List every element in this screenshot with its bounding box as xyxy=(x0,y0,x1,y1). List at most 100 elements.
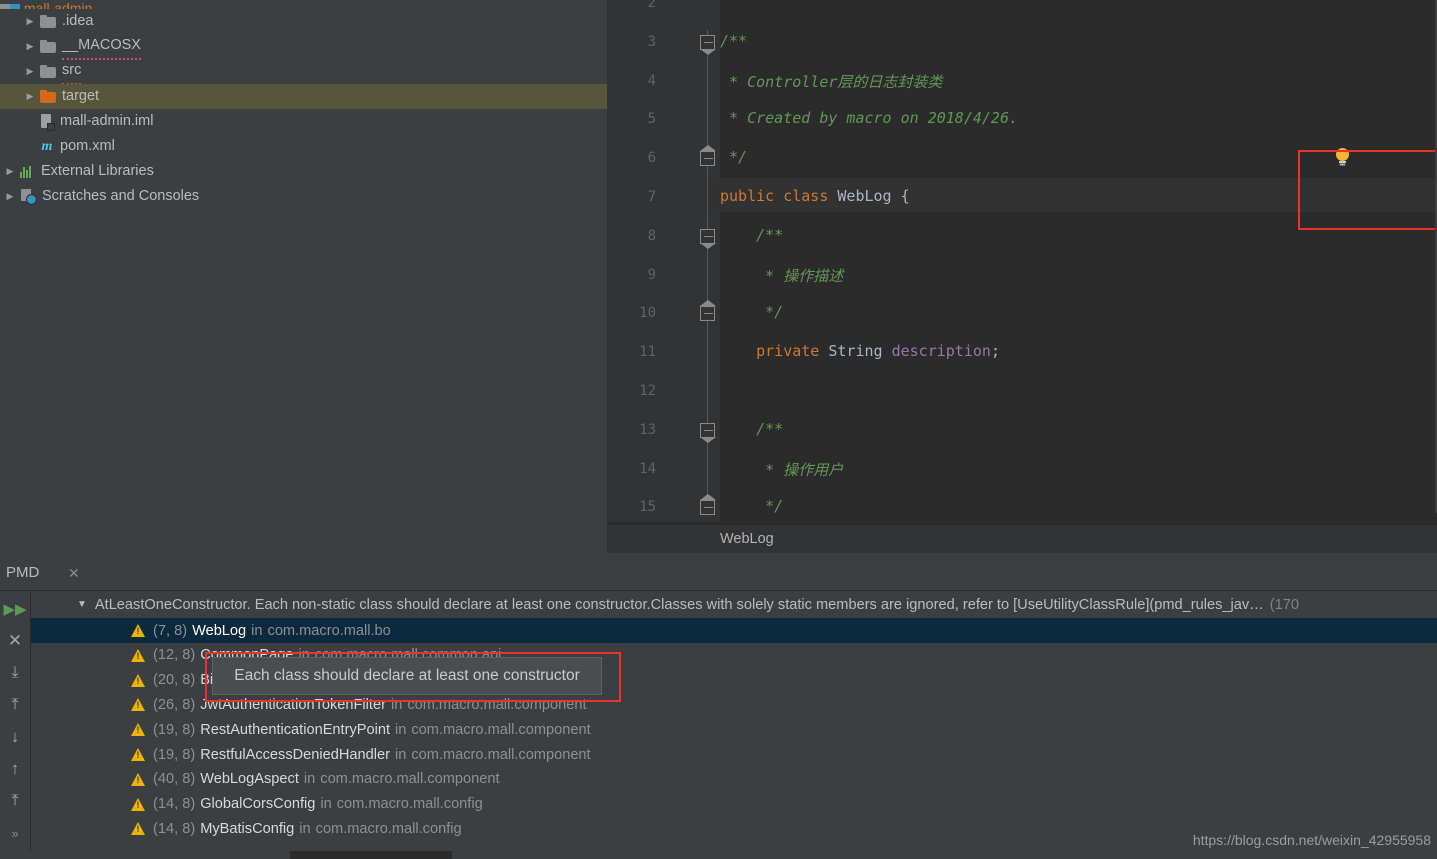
chevron-right-icon[interactable]: ▶ xyxy=(20,34,40,59)
tree-item-target[interactable]: ▶ target xyxy=(0,84,607,109)
next-occurrence-icon[interactable]: ↓ xyxy=(0,721,30,753)
pmd-row-package: com.macro.mall.component xyxy=(320,771,500,788)
line-number: 5 xyxy=(647,111,656,128)
pmd-row-position: (40, 8) xyxy=(153,771,196,788)
pmd-toolbar[interactable]: ▶▶ ✕ ⤓ ⤒ ↓ ↑ ⤒» xyxy=(0,591,30,859)
code-line-8[interactable]: /** xyxy=(720,226,783,244)
collapse-all-icon[interactable]: ⤓ xyxy=(0,657,30,689)
editor-gutter[interactable]: 2 3 4 5 6 7 8 9 10 11 12 13 14 15 xyxy=(607,0,720,522)
tree-item-src[interactable]: ▶ src xyxy=(0,59,607,85)
tree-item-external-libraries[interactable]: ▶ External Libraries xyxy=(0,159,607,184)
tree-item-label: target xyxy=(62,88,100,104)
pmd-tooltip-text: Each class should declare at least one c… xyxy=(234,667,580,684)
code-token: ; xyxy=(990,342,1000,361)
pmd-row-in: in xyxy=(299,820,311,837)
close-icon[interactable]: ✕ xyxy=(68,565,80,582)
tree-root-row-clipped[interactable]: mall-admin xyxy=(0,0,607,9)
fold-end-icon[interactable] xyxy=(700,145,716,167)
pmd-row-position: (26, 8) xyxy=(153,696,196,713)
maven-m-icon: m xyxy=(41,139,53,154)
close-icon[interactable]: ✕ xyxy=(0,625,30,657)
pmd-row-class: MyBatisConfig xyxy=(200,820,295,837)
pmd-violation-row[interactable]: (7, 8)WebLogincom.macro.mall.bo xyxy=(31,618,1437,643)
fold-end-icon[interactable] xyxy=(700,494,716,516)
scratches-icon xyxy=(20,189,37,205)
warning-icon xyxy=(131,723,145,737)
warning-icon xyxy=(131,772,145,786)
line-number: 13 xyxy=(639,421,656,438)
pmd-group-header-row[interactable]: ▼ AtLeastOneConstructor. Each non-static… xyxy=(31,591,1437,618)
code-line-9[interactable]: * 操作描述 xyxy=(720,265,843,286)
tree-item-label: mall-admin.iml xyxy=(60,113,154,129)
pmd-row-class: WebLogAspect xyxy=(200,771,299,788)
line-number: 7 xyxy=(647,189,656,205)
code-token: * 操作用户 xyxy=(720,460,844,479)
chevron-down-icon[interactable]: ▼ xyxy=(77,599,87,610)
tree-item-idea[interactable]: ▶ .idea xyxy=(0,9,607,34)
code-line-5[interactable]: * Created by macro on 2018/4/26. xyxy=(720,109,1018,127)
pmd-row-package: com.macro.mall.component xyxy=(411,721,591,738)
pmd-group-count: (170 xyxy=(1269,596,1299,613)
pmd-row-position: (19, 8) xyxy=(153,746,196,763)
fold-end-icon[interactable] xyxy=(700,300,716,322)
code-line-3[interactable]: /** xyxy=(720,32,747,50)
code-text-area[interactable]: /** * Controller层的日志封装类 * Created by mac… xyxy=(710,0,1437,522)
tree-item-label: .idea xyxy=(62,13,94,29)
pmd-violation-row[interactable]: (19, 8)RestAuthenticationEntryPointincom… xyxy=(31,717,1437,742)
pmd-violation-row[interactable]: (26, 8)JwtAuthenticationTokenFilterincom… xyxy=(31,692,1437,717)
pmd-row-package: com.macro.mall.config xyxy=(336,796,483,813)
tab-pmd[interactable]: PMD xyxy=(6,564,39,581)
pmd-violation-row[interactable]: (19, 8)RestfulAccessDeniedHandler incom.m… xyxy=(31,742,1437,767)
editor-hscrollbar-track[interactable] xyxy=(720,513,1437,522)
pmd-tool-window[interactable]: PMD ✕ ▶▶ ✕ ⤓ ⤒ ↓ ↑ ⤒» ▼ AtLeastOneConstructor.… xyxy=(0,553,1437,859)
pmd-violation-row[interactable]: (14, 8)GlobalCorsConfigincom.macro.mall.… xyxy=(31,792,1437,817)
code-line-4[interactable]: * Controller层的日志封装类 xyxy=(720,71,942,92)
code-line-13[interactable]: /** xyxy=(720,420,783,438)
export-icon[interactable]: ⤒ xyxy=(0,785,30,817)
code-line-10[interactable]: */ xyxy=(720,303,783,321)
tree-item-macosx[interactable]: ▶ __MACOSX xyxy=(0,34,607,60)
line-number: 8 xyxy=(647,227,656,244)
code-editor[interactable]: 2 3 4 5 6 7 8 9 10 11 12 13 14 15 /** * Controller层的日… xyxy=(607,0,1437,553)
pmd-row-in: in xyxy=(251,622,263,639)
fold-expanded-icon[interactable] xyxy=(700,422,716,443)
pmd-results-list[interactable]: ▼ AtLeastOneConstructor. Each non-static… xyxy=(30,591,1437,859)
line-number: 14 xyxy=(639,460,656,477)
chevron-right-icon[interactable]: ▶ xyxy=(0,184,20,209)
chevron-right-icon[interactable]: ▶ xyxy=(0,159,20,184)
breadcrumb[interactable]: WebLog xyxy=(607,524,1437,553)
rerun-icon[interactable]: ▶▶ xyxy=(0,593,30,625)
pmd-violation-row[interactable]: (40, 8)WebLogAspectincom.macro.mall.comp… xyxy=(31,767,1437,792)
pmd-row-package: com.macro.mall.component xyxy=(411,746,591,763)
project-hscrollbar-track[interactable] xyxy=(0,540,607,549)
tree-item-pom-xml[interactable]: m pom.xml xyxy=(0,134,607,159)
tree-item-label: pom.xml xyxy=(60,138,115,154)
chevron-right-icon[interactable]: ▶ xyxy=(20,84,40,109)
code-line-6[interactable]: */ xyxy=(720,148,747,166)
intention-bulb-icon[interactable] xyxy=(1334,147,1351,167)
code-line-11[interactable]: private String description; xyxy=(720,342,1000,360)
project-tree-panel[interactable]: mall-admin ▶ .idea ▶ __MACOSX ▶ src ▶ target mal… xyxy=(0,0,607,553)
tree-item-mall-admin-iml[interactable]: mall-admin.iml xyxy=(0,109,607,134)
pmd-tab-bar[interactable]: PMD ✕ xyxy=(0,553,1437,591)
code-token: String xyxy=(828,342,892,361)
expand-all-icon[interactable]: ⤒ xyxy=(0,689,30,721)
chevron-right-icon[interactable]: ▶ xyxy=(20,59,40,84)
folder-icon xyxy=(40,40,56,53)
code-token: /** xyxy=(720,225,784,244)
code-line-14[interactable]: * 操作用户 xyxy=(720,459,843,480)
breadcrumb-item-weblog[interactable]: WebLog xyxy=(720,531,774,547)
pmd-row-class: GlobalCorsConfig xyxy=(200,796,316,813)
chevron-right-icon[interactable]: ▶ xyxy=(20,9,40,34)
code-token: { xyxy=(900,187,910,205)
code-token: /** xyxy=(720,31,748,50)
overflow-icon[interactable]: » xyxy=(0,817,30,849)
pmd-row-position: (14, 8) xyxy=(153,796,196,813)
fold-expanded-icon[interactable] xyxy=(700,34,716,55)
previous-occurrence-icon[interactable]: ↑ xyxy=(0,753,30,785)
tree-item-scratches-and-consoles[interactable]: ▶ Scratches and Consoles xyxy=(0,184,607,209)
fold-expanded-icon[interactable] xyxy=(700,228,716,249)
code-line-7[interactable]: public class WebLog { xyxy=(720,187,1437,205)
pmd-row-class: JwtAuthenticationTokenFilter xyxy=(200,696,386,713)
line-number: 6 xyxy=(647,150,656,167)
